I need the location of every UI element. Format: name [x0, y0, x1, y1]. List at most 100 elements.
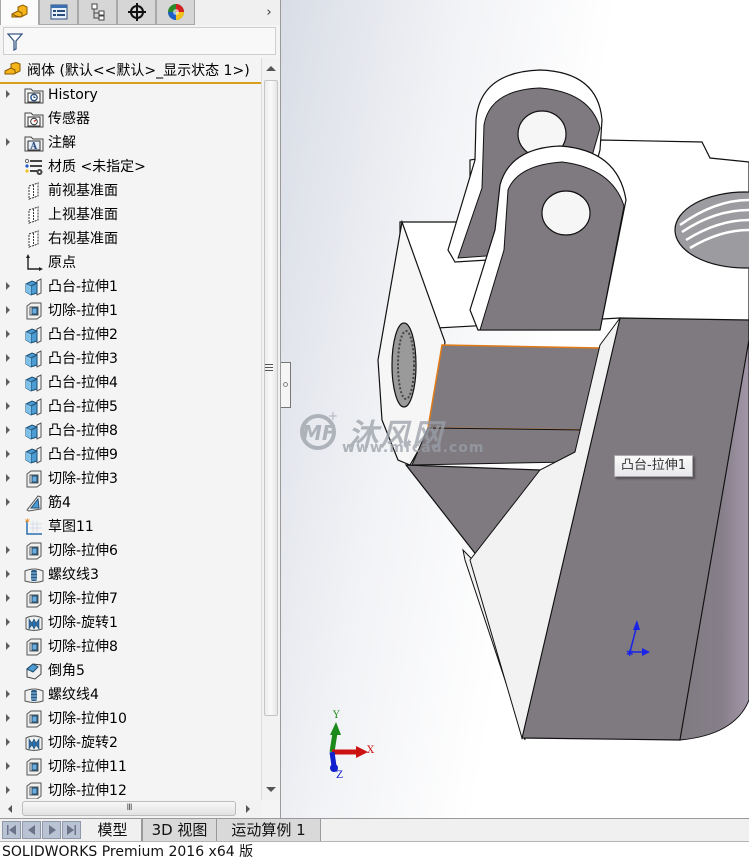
- tree-item[interactable]: 筋4: [0, 491, 260, 515]
- expand-arrow-icon[interactable]: [6, 498, 10, 506]
- feature-tree: History 传感器 A 注解材质 <未指定> 前视基准面上视基准面右视基准面原点凸台…: [0, 83, 260, 799]
- tree-item-label: 材质 <未指定>: [48, 159, 146, 175]
- expand-arrow-icon[interactable]: [6, 138, 10, 146]
- expand-arrow-icon[interactable]: [6, 282, 10, 290]
- selected-face-boss-extrude1[interactable]: [427, 344, 601, 431]
- expand-arrow-icon[interactable]: [6, 570, 10, 578]
- tree-item[interactable]: 右视基准面: [0, 227, 260, 251]
- tree-item[interactable]: 螺纹线4: [0, 683, 260, 707]
- nav-last-button[interactable]: [62, 821, 81, 839]
- scroll-up-arrow-icon[interactable]: [266, 66, 276, 71]
- tree-item[interactable]: 切除-拉伸11: [0, 755, 260, 779]
- tree-item-label: 切除-旋转2: [48, 735, 118, 751]
- nav-next-button[interactable]: [42, 821, 61, 839]
- tree-root-part[interactable]: 阀体 (默认<<默认>_显示状态 1>): [0, 58, 262, 84]
- expand-arrow-icon[interactable]: [6, 330, 10, 338]
- tab-displaymanager[interactable]: [156, 0, 195, 25]
- panel-collapse-handle[interactable]: [281, 362, 291, 408]
- tree-item[interactable]: 螺纹线3: [0, 563, 260, 587]
- tree-item[interactable]: 凸台-拉伸1: [0, 275, 260, 299]
- tree-item[interactable]: 凸台-拉伸3: [0, 347, 260, 371]
- tree-item-label: 草图11: [48, 519, 94, 535]
- tab-dimxpertmanager[interactable]: [117, 0, 156, 25]
- panel-resize-grip-icon[interactable]: [265, 364, 273, 374]
- expand-arrow-icon[interactable]: [6, 738, 10, 746]
- tree-item[interactable]: * 草图11: [0, 515, 260, 539]
- svg-text:A: A: [29, 142, 38, 152]
- tree-item-label: 原点: [48, 255, 76, 271]
- scroll-right-arrow-icon[interactable]: [246, 805, 250, 813]
- expand-arrow-icon[interactable]: [6, 426, 10, 434]
- tree-item[interactable]: 切除-旋转1: [0, 611, 260, 635]
- vertical-scroll-thumb[interactable]: [264, 80, 278, 716]
- part-icon: [4, 62, 21, 75]
- tree-vertical-scrollbar[interactable]: [261, 58, 280, 800]
- tree-item[interactable]: 切除-拉伸3: [0, 467, 260, 491]
- panel-tab-bar: ›: [0, 0, 280, 25]
- tree-item[interactable]: 切除-拉伸6: [0, 539, 260, 563]
- tree-item[interactable]: 凸台-拉伸2: [0, 323, 260, 347]
- tree-item[interactable]: 上视基准面: [0, 203, 260, 227]
- tree-item[interactable]: History: [0, 83, 260, 107]
- part-model-render[interactable]: ✱: [281, 0, 749, 818]
- tab-configurationmanager[interactable]: [78, 0, 117, 25]
- tree-item[interactable]: 凸台-拉伸4: [0, 371, 260, 395]
- expand-arrow-icon[interactable]: [6, 378, 10, 386]
- tree-item[interactable]: A 注解: [0, 131, 260, 155]
- scroll-left-arrow-icon[interactable]: [8, 805, 12, 813]
- tree-item[interactable]: 切除-拉伸12: [0, 779, 260, 799]
- tab-propertymanager[interactable]: [39, 0, 78, 25]
- tree-item[interactable]: 切除-拉伸8: [0, 635, 260, 659]
- tree-item[interactable]: 切除-拉伸10: [0, 707, 260, 731]
- tree-item-label: 传感器: [48, 111, 90, 127]
- tree-item[interactable]: 倒角5: [0, 659, 260, 683]
- expand-arrow-icon[interactable]: [6, 354, 10, 362]
- expand-arrow-icon[interactable]: [6, 450, 10, 458]
- expand-arrow-icon[interactable]: [6, 762, 10, 770]
- tree-item[interactable]: 材质 <未指定>: [0, 155, 260, 179]
- tree-item-label: 右视基准面: [48, 231, 118, 247]
- expand-arrow-icon[interactable]: [6, 546, 10, 554]
- tree-item-label: History: [48, 87, 98, 103]
- tree-horizontal-scrollbar[interactable]: III: [0, 800, 261, 818]
- expand-arrow-icon[interactable]: [6, 714, 10, 722]
- tree-item[interactable]: 前视基准面: [0, 179, 260, 203]
- tree-item[interactable]: 原点: [0, 251, 260, 275]
- scroll-down-arrow-icon[interactable]: [266, 787, 276, 792]
- tab-model[interactable]: 模型: [84, 819, 142, 841]
- plane-icon: [24, 182, 44, 200]
- tree-item[interactable]: 凸台-拉伸9: [0, 443, 260, 467]
- tree-item[interactable]: 切除-旋转2: [0, 731, 260, 755]
- tab-motion-study-1[interactable]: 运动算例 1: [217, 819, 321, 841]
- expand-arrow-icon[interactable]: [6, 474, 10, 482]
- expand-arrow-icon[interactable]: [6, 90, 10, 98]
- expand-arrow-icon[interactable]: [6, 786, 10, 794]
- expand-arrow-icon[interactable]: [6, 594, 10, 602]
- tree-item-label: 上视基准面: [48, 207, 118, 223]
- tab-featuremanager[interactable]: [0, 0, 39, 25]
- tree-item[interactable]: 传感器: [0, 107, 260, 131]
- graphics-viewport[interactable]: ✱ Y X Z: [281, 0, 749, 818]
- horizontal-scroll-thumb[interactable]: III: [22, 801, 236, 816]
- tree-item-label: 切除-拉伸3: [48, 471, 118, 487]
- nav-previous-button[interactable]: [22, 821, 41, 839]
- configuration-manager-icon: [91, 3, 104, 21]
- tab-3d-view[interactable]: 3D 视图: [142, 819, 217, 841]
- tree-item[interactable]: 凸台-拉伸5: [0, 395, 260, 419]
- tree-item[interactable]: 切除-拉伸7: [0, 587, 260, 611]
- nav-first-button[interactable]: [2, 821, 21, 839]
- expand-arrow-icon[interactable]: [6, 642, 10, 650]
- last-arrow-icon: [67, 825, 76, 835]
- filter-input[interactable]: [3, 27, 276, 55]
- view-triad[interactable]: [329, 722, 368, 772]
- cut-revolve-icon: [24, 614, 44, 632]
- tree-item[interactable]: 凸台-拉伸8: [0, 419, 260, 443]
- property-manager-icon: [50, 4, 67, 20]
- tree-item[interactable]: 切除-拉伸1: [0, 299, 260, 323]
- more-tabs-chevron-icon[interactable]: ›: [258, 0, 280, 25]
- expand-arrow-icon[interactable]: [6, 618, 10, 626]
- triad-x-label: X: [367, 745, 375, 756]
- expand-arrow-icon[interactable]: [6, 402, 10, 410]
- expand-arrow-icon[interactable]: [6, 690, 10, 698]
- expand-arrow-icon[interactable]: [6, 306, 10, 314]
